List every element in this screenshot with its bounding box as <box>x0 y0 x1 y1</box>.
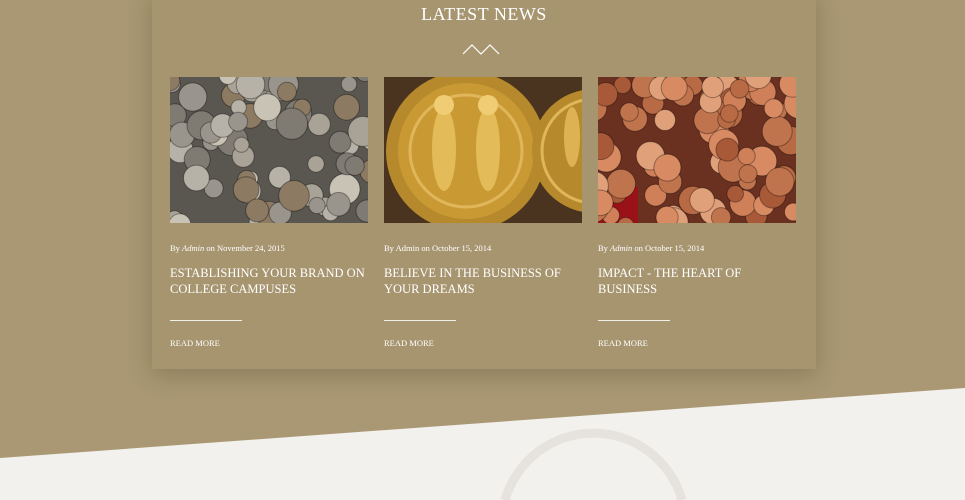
read-more-link[interactable]: READ MORE <box>598 338 648 348</box>
latest-news-panel: LATEST NEWS By Admin on November 24, 201… <box>152 0 816 369</box>
read-more-link[interactable]: READ MORE <box>170 338 220 348</box>
post-author[interactable]: Admin <box>610 243 632 253</box>
post-meta: By Admin on November 24, 2015 <box>170 243 368 253</box>
news-card: By Admin on November 24, 2015 ESTABLISHI… <box>170 77 368 351</box>
meta-by: By <box>598 243 608 253</box>
meta-by: By <box>170 243 180 253</box>
post-title[interactable]: ESTABLISHING YOUR BRAND ON COLLEGE CAMPU… <box>170 265 368 297</box>
card-divider <box>384 320 456 321</box>
meta-by: By <box>384 243 394 253</box>
card-divider <box>170 320 242 321</box>
read-more-link[interactable]: READ MORE <box>384 338 434 348</box>
news-image-silver-coins[interactable] <box>170 77 368 223</box>
post-date[interactable]: October 15, 2014 <box>432 243 491 253</box>
meta-on: on <box>206 243 215 253</box>
post-meta: By Admin on October 15, 2014 <box>384 243 582 253</box>
meta-on: on <box>634 243 643 253</box>
news-card: By Admin on October 15, 2014 IMPACT - TH… <box>598 77 796 351</box>
post-date[interactable]: October 15, 2014 <box>645 243 704 253</box>
section-title: LATEST NEWS <box>421 4 547 24</box>
card-divider <box>598 320 670 321</box>
post-meta: By Admin on October 15, 2014 <box>598 243 796 253</box>
post-author[interactable]: Admin <box>396 243 420 253</box>
post-date[interactable]: November 24, 2015 <box>217 243 285 253</box>
post-author[interactable]: Admin <box>182 243 204 253</box>
post-title[interactable]: IMPACT - THE HEART OF BUSINESS <box>598 265 796 297</box>
double-chevron-up-icon <box>463 44 500 55</box>
post-title[interactable]: BELIEVE IN THE BUSINESS OF YOUR DREAMS <box>384 265 582 297</box>
meta-on: on <box>421 243 430 253</box>
news-image-copper-pennies[interactable] <box>598 77 796 223</box>
news-image-gold-coins[interactable] <box>384 77 582 223</box>
news-card: By Admin on October 15, 2014 BELIEVE IN … <box>384 77 582 351</box>
